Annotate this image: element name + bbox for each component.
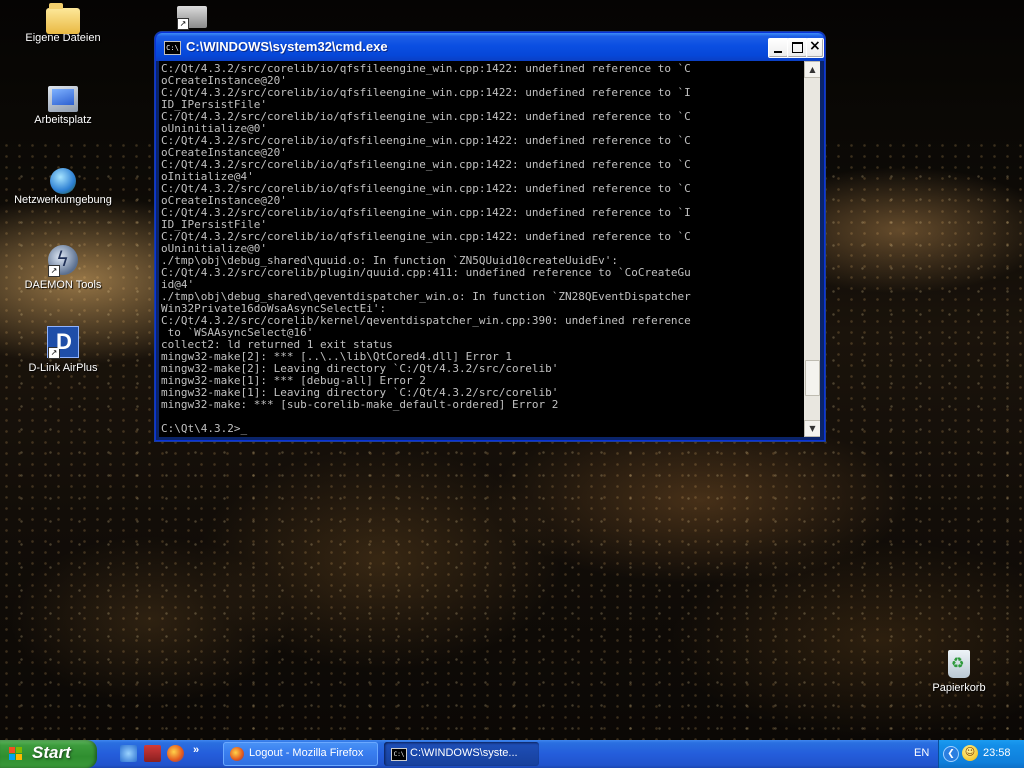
desktop-icon-label: D-Link AirPlus: [28, 362, 98, 374]
window-title: C:\WINDOWS\system32\cmd.exe: [186, 39, 388, 54]
daemon-tools-icon: ↗: [48, 245, 78, 277]
language-indicator[interactable]: EN: [914, 747, 929, 759]
minimize-icon: [774, 51, 782, 53]
window-titlebar[interactable]: C:\ C:\WINDOWS\system32\cmd.exe ×: [156, 33, 824, 61]
cmd-icon: C:\: [391, 748, 407, 761]
shortcut-arrow-icon: ↗: [48, 265, 60, 277]
cmd-window[interactable]: C:\ C:\WINDOWS\system32\cmd.exe × C:/Qt/…: [155, 32, 825, 441]
taskbar-button-firefox[interactable]: Logout - Mozilla Firefox: [223, 742, 378, 766]
windows-logo-icon: [9, 747, 23, 761]
clock[interactable]: 23:58: [983, 747, 1011, 759]
taskbar: Start » Logout - Mozilla Firefox C:\ C:\…: [0, 740, 1024, 768]
system-tray: ❮ ☺ 23:58: [938, 740, 1024, 768]
firefox-icon: [230, 747, 244, 761]
quick-launch-more-button[interactable]: »: [193, 744, 199, 756]
desktop-icon-label: Arbeitsplatz: [34, 114, 92, 126]
start-button[interactable]: Start: [0, 740, 97, 768]
console-output[interactable]: C:/Qt/4.3.2/src/corelib/io/qfsfileengine…: [161, 63, 801, 435]
internet-explorer-icon[interactable]: [120, 745, 137, 762]
desktop-icon-dlink-airplus[interactable]: ↗ D-Link AirPlus: [13, 326, 113, 376]
printer-shortcut-icon: ↗: [177, 6, 207, 30]
desktop-icon-label: Papierkorb: [932, 682, 986, 694]
desktop-icon-daemon-tools[interactable]: ↗ DAEMON Tools: [13, 245, 113, 293]
my-computer-icon: [48, 86, 78, 112]
scroll-down-button[interactable]: ▼: [804, 420, 820, 437]
desktop-icon-printer-shortcut[interactable]: ↗: [142, 0, 242, 30]
taskbar-button-label: Logout - Mozilla Firefox: [249, 747, 364, 759]
maximize-icon: [792, 42, 803, 53]
shortcut-arrow-icon: ↗: [177, 18, 189, 30]
taskbar-button-label: C:\WINDOWS\syste...: [410, 747, 518, 759]
tray-expand-icon[interactable]: ❮: [943, 746, 959, 762]
vertical-scrollbar[interactable]: ▲ ▼: [804, 61, 820, 437]
scroll-up-button[interactable]: ▲: [804, 61, 820, 78]
shortcut-arrow-icon: ↗: [48, 347, 60, 359]
taskbar-button-cmd[interactable]: C:\ C:\WINDOWS\syste...: [384, 742, 539, 766]
folder-icon: [46, 3, 80, 34]
desktop-icon-eigene-dateien[interactable]: Eigene Dateien: [13, 2, 113, 46]
desktop-icon-netzwerkumgebung[interactable]: Netzwerkumgebung: [13, 164, 113, 208]
network-icon: [50, 168, 76, 194]
minimize-button[interactable]: [768, 38, 789, 58]
start-label: Start: [32, 743, 71, 762]
desktop-icon-label: DAEMON Tools: [24, 279, 102, 291]
firefox-icon[interactable]: [167, 745, 184, 762]
dlink-icon: ↗: [47, 326, 79, 359]
desktop-icon-arbeitsplatz[interactable]: Arbeitsplatz: [13, 84, 113, 128]
cmd-icon[interactable]: C:\: [164, 41, 181, 55]
console-area[interactable]: C:/Qt/4.3.2/src/corelib/io/qfsfileengine…: [159, 61, 820, 437]
scrollbar-thumb[interactable]: [805, 360, 820, 396]
maximize-button[interactable]: [787, 38, 808, 58]
save-icon[interactable]: [144, 745, 161, 762]
desktop-icon-papierkorb[interactable]: Papierkorb: [909, 650, 1009, 696]
close-button[interactable]: ×: [806, 38, 824, 58]
desktop-icon-label: Netzwerkumgebung: [14, 194, 112, 206]
messenger-icon[interactable]: ☺: [962, 745, 978, 761]
close-icon: ×: [809, 38, 821, 54]
recycle-bin-icon: [948, 650, 970, 678]
